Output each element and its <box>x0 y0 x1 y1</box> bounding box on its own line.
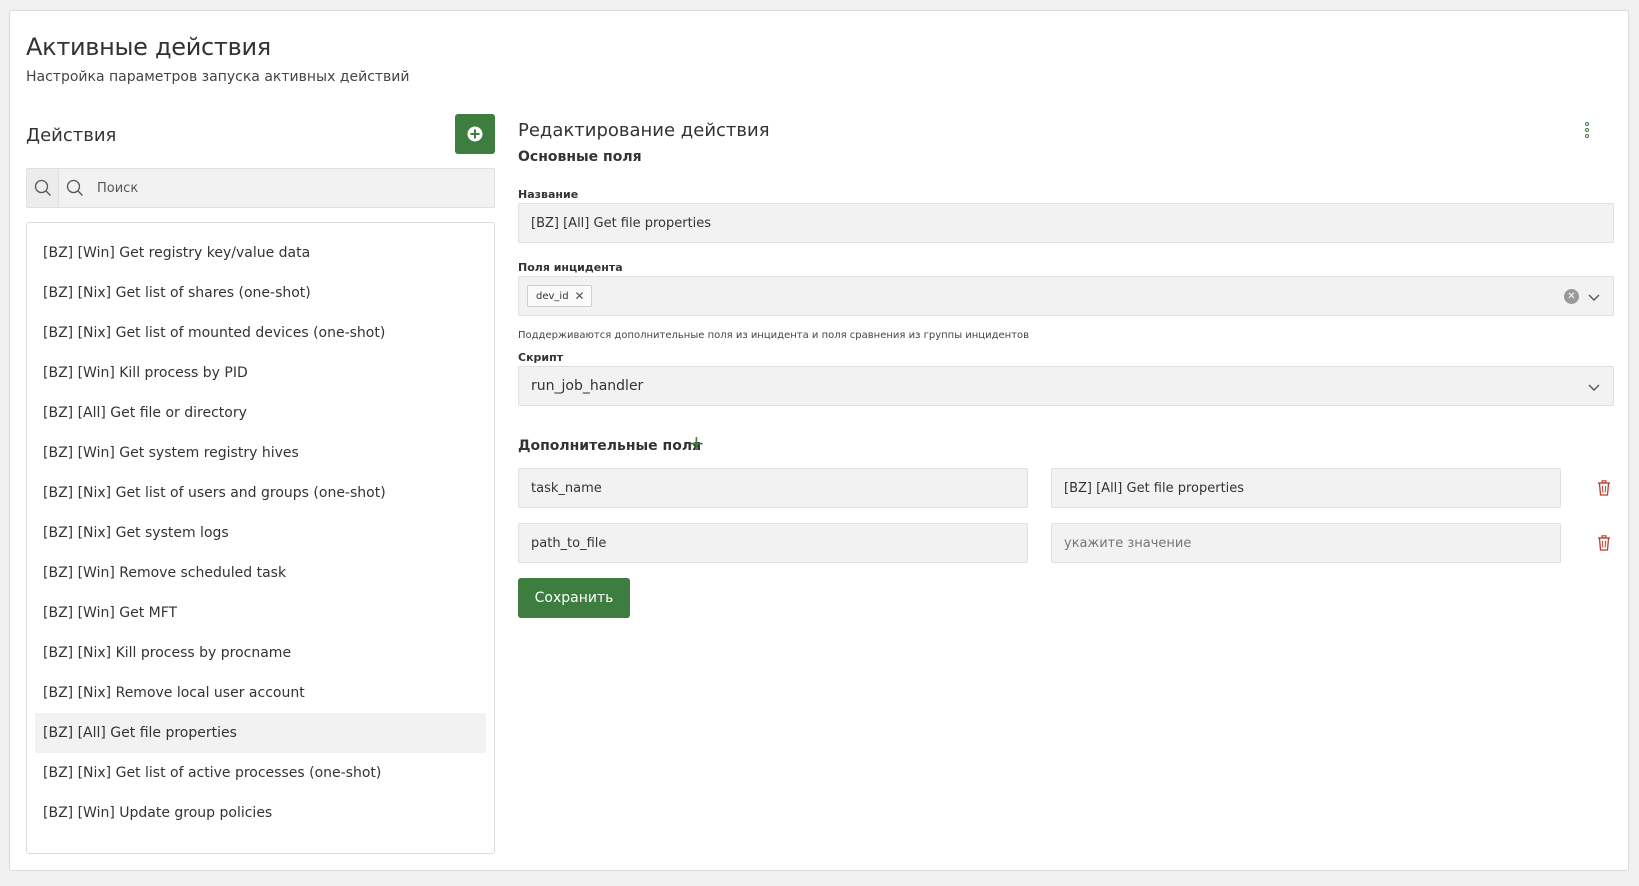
additional-fields-heading: Дополнительные поля <box>518 438 702 454</box>
actions-list[interactable]: [BZ] [Win] Get autoruns[BZ] [Win] Get re… <box>26 222 495 854</box>
name-input[interactable] <box>531 215 1613 231</box>
list-item[interactable]: [BZ] [Nix] Get list of users and groups … <box>35 473 486 513</box>
page-title: Активные действия <box>26 33 271 61</box>
trash-icon[interactable] <box>1597 480 1611 496</box>
list-item[interactable]: [BZ] [Win] Get MFT <box>35 593 486 633</box>
trash-icon[interactable] <box>1597 535 1611 551</box>
script-value: run_job_handler <box>531 378 644 394</box>
list-item[interactable]: [BZ] [Nix] Kill process by procname <box>35 633 486 673</box>
list-item[interactable]: [BZ] [Win] Update group policies <box>35 793 486 833</box>
search-input-icon <box>59 169 91 207</box>
search-icon[interactable] <box>27 169 59 207</box>
add-field-icon[interactable]: + <box>688 433 705 453</box>
search-box <box>26 168 495 208</box>
additional-key-input[interactable] <box>531 480 1027 496</box>
incident-fields-label: Поля инцидента <box>518 261 623 274</box>
list-item[interactable]: [BZ] [Nix] Get list of shares (one-shot) <box>35 273 486 313</box>
main-card: Активные действия Настройка параметров з… <box>9 10 1629 871</box>
clear-icon[interactable]: ✕ <box>1564 289 1579 304</box>
additional-value-input[interactable] <box>1064 535 1560 551</box>
script-select[interactable]: run_job_handler <box>518 366 1614 406</box>
tag-chip-label: dev_id <box>536 290 569 302</box>
plus-circle-icon <box>467 126 483 142</box>
list-item[interactable]: [BZ] [Nix] Get list of active processes … <box>35 753 486 793</box>
remove-tag-icon[interactable]: ✕ <box>575 290 585 302</box>
list-item[interactable]: [BZ] [Win] Kill process by PID <box>35 353 486 393</box>
chevron-down-icon[interactable] <box>1587 380 1601 394</box>
list-item[interactable]: [BZ] [Win] Get autoruns <box>35 223 486 233</box>
incident-fields-hint: Поддерживаются дополнительные поля из ин… <box>518 330 1030 341</box>
additional-key-field[interactable] <box>518 468 1028 508</box>
page-subtitle: Настройка параметров запуска активных де… <box>26 69 410 85</box>
additional-value-field[interactable] <box>1051 468 1561 508</box>
name-field[interactable] <box>518 203 1614 243</box>
save-button[interactable]: Сохранить <box>518 578 630 618</box>
list-item[interactable]: [BZ] [All] Get file or directory <box>35 393 486 433</box>
additional-value-field[interactable] <box>1051 523 1561 563</box>
list-item[interactable]: [BZ] [Nix] Get list of mounted devices (… <box>35 313 486 353</box>
script-label: Скрипт <box>518 351 564 364</box>
chevron-down-icon[interactable] <box>1587 290 1601 304</box>
name-label: Название <box>518 188 579 201</box>
list-item[interactable]: [BZ] [Nix] Get system logs <box>35 513 486 553</box>
additional-key-input[interactable] <box>531 535 1027 551</box>
list-item[interactable]: [BZ] [All] Get file properties <box>35 713 486 753</box>
main-fields-heading: Основные поля <box>518 149 642 165</box>
tag-chip: dev_id ✕ <box>527 285 592 307</box>
add-action-button[interactable] <box>455 114 495 154</box>
editor-title: Редактирование действия <box>518 120 770 141</box>
actions-list-inner: [BZ] [Win] Get autoruns[BZ] [Win] Get re… <box>27 223 494 833</box>
more-menu-icon[interactable] <box>1580 120 1594 140</box>
list-item[interactable]: [BZ] [Win] Get registry key/value data <box>35 233 486 273</box>
additional-value-input[interactable] <box>1064 480 1560 496</box>
list-item[interactable]: [BZ] [Nix] Remove local user account <box>35 673 486 713</box>
incident-fields-select[interactable]: dev_id ✕ ✕ <box>518 276 1614 316</box>
search-input[interactable] <box>91 169 471 207</box>
list-item[interactable]: [BZ] [Win] Get system registry hives <box>35 433 486 473</box>
actions-title: Действия <box>26 125 117 146</box>
list-item[interactable]: [BZ] [Win] Remove scheduled task <box>35 553 486 593</box>
additional-key-field[interactable] <box>518 523 1028 563</box>
